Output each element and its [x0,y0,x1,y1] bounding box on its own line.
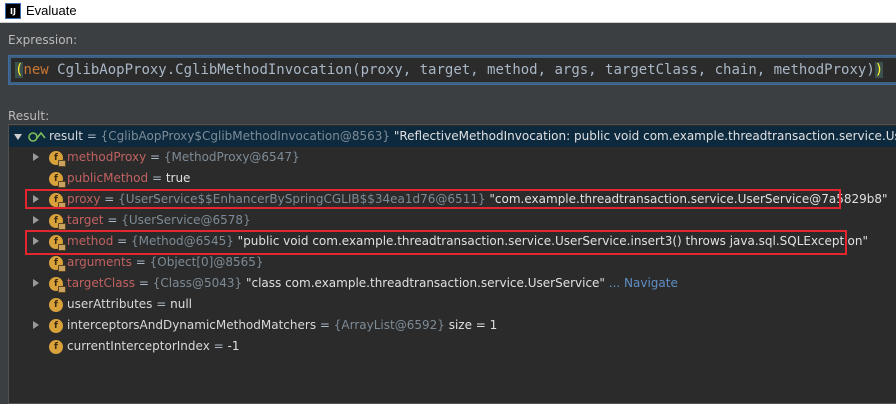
intellij-icon: IJ [5,3,21,19]
tree-row-result[interactable]: result = {CglibAopProxy$CglibMethodInvoc… [9,126,896,147]
field-icon: f [49,298,63,312]
expand-arrow-icon[interactable] [33,321,39,329]
expand-arrow-icon[interactable] [33,153,39,161]
result-tree[interactable]: result = {CglibAopProxy$CglibMethodInvoc… [8,124,896,404]
field-text: target = {UserService@6578} [67,213,251,227]
field-text: currentInterceptorIndex = -1 [67,339,240,353]
expression-body: CglibAopProxy.CglibMethodInvocation(prox… [48,62,875,78]
field-icon: f [49,214,66,230]
window-titlebar: IJ Evaluate [0,0,896,23]
navigate-link[interactable]: ... Navigate [609,276,678,290]
window-title: Evaluate [26,3,77,18]
highlight-box-proxy [25,189,841,209]
expand-arrow-icon[interactable] [33,279,39,287]
field-text: userAttributes = null [67,297,192,311]
field-icon: f [49,256,66,272]
expand-arrow-icon[interactable] [33,216,39,224]
field-icon: f [49,277,66,293]
tree-row-methodProxy[interactable]: f methodProxy = {MethodProxy@6547} [9,147,896,168]
highlight-box-method [25,230,847,255]
expression-keyword: new [23,62,49,78]
tree-row-target[interactable]: f target = {UserService@6578} [9,210,896,231]
field-text: arguments = {Object[0]@8565} [67,255,264,269]
field-icon: f [49,172,66,188]
collapse-arrow-icon[interactable] [14,134,22,140]
tree-row-userAttributes[interactable]: f userAttributes = null [9,294,896,315]
tree-row-targetClass[interactable]: f targetClass = {Class@5043} "class com.… [9,273,896,294]
tree-row-arguments[interactable]: f arguments = {Object[0]@8565} [9,252,896,273]
result-label: Result: [8,109,50,123]
tree-row-interceptors[interactable]: f interceptorsAndDynamicMethodMatchers =… [9,315,896,336]
expression-input[interactable]: (new CglibAopProxy.CglibMethodInvocation… [8,55,896,85]
field-text: interceptorsAndDynamicMethodMatchers = {… [67,318,498,332]
field-text: publicMethod = true [67,171,191,185]
expression-text[interactable]: (new CglibAopProxy.CglibMethodInvocation… [15,61,884,79]
watch-result-icon [28,131,46,142]
expression-close-paren: ) [874,62,884,78]
result-node-text: result = {CglibAopProxy$CglibMethodInvoc… [49,129,896,143]
expression-label: Expression: [8,33,78,47]
field-icon: f [49,319,63,333]
tree-row-currentInterceptorIndex[interactable]: f currentInterceptorIndex = -1 [9,336,896,357]
field-icon: f [49,151,66,167]
field-text: methodProxy = {MethodProxy@6547} [67,150,300,164]
tree-row-publicMethod[interactable]: f publicMethod = true [9,168,896,189]
field-icon: f [49,340,63,354]
field-text: targetClass = {Class@5043} "class com.ex… [67,276,678,290]
